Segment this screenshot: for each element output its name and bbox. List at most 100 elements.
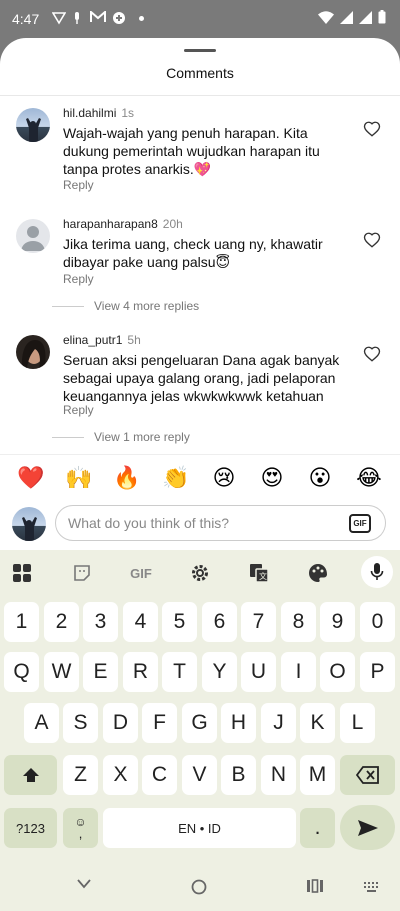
key-5[interactable]: 5	[162, 602, 197, 642]
reaction-surprised[interactable]: 😮	[305, 465, 335, 491]
reaction-crying[interactable]: 😢	[209, 465, 239, 491]
key-s[interactable]: S	[63, 703, 98, 743]
key-h[interactable]: H	[221, 703, 256, 743]
drag-handle[interactable]	[184, 49, 216, 52]
gif-button[interactable]: GIF	[349, 514, 371, 533]
reaction-laughing[interactable]: 😂	[354, 465, 384, 491]
key-2[interactable]: 2	[44, 602, 79, 642]
key-t[interactable]: T	[162, 652, 197, 692]
avatar[interactable]	[16, 108, 50, 142]
key-k[interactable]: K	[300, 703, 335, 743]
comment-username[interactable]: harapanharapan8 20h	[63, 217, 183, 231]
reply-button[interactable]: Reply	[63, 178, 94, 192]
symbols-key[interactable]: ?123	[4, 808, 57, 848]
heart-icon[interactable]	[363, 231, 381, 249]
apps-grid-icon[interactable]	[8, 559, 36, 587]
reaction-heart[interactable]: ❤️	[16, 465, 46, 491]
key-6[interactable]: 6	[202, 602, 237, 642]
more-notifications-icon	[139, 16, 144, 21]
key-w[interactable]: W	[44, 652, 79, 692]
divider-line	[52, 436, 84, 438]
emoji-comma-key[interactable]: ☺ ,	[63, 808, 98, 848]
sheet-title: Comments	[166, 65, 234, 81]
comment-username[interactable]: elina_putr1 5h	[63, 333, 141, 347]
key-j[interactable]: J	[261, 703, 296, 743]
view-more-replies-label: View 1 more reply	[94, 430, 190, 444]
avatar[interactable]	[16, 219, 50, 253]
key-b[interactable]: B	[221, 755, 256, 795]
key-4[interactable]: 4	[123, 602, 158, 642]
comment-text: Wajah-wajah yang penuh harapan. Kita duk…	[63, 125, 320, 177]
key-g[interactable]: G	[182, 703, 217, 743]
key-d[interactable]: D	[103, 703, 138, 743]
status-bar: 4:47	[0, 0, 400, 38]
backspace-icon	[355, 766, 379, 784]
app-icon	[113, 12, 125, 24]
shift-icon	[22, 768, 39, 782]
username-text: elina_putr1	[63, 333, 123, 347]
reaction-clap[interactable]: 👏	[161, 465, 191, 491]
shift-key[interactable]	[4, 755, 57, 795]
key-c[interactable]: C	[142, 755, 177, 795]
key-m[interactable]: M	[300, 755, 335, 795]
key-u[interactable]: U	[241, 652, 276, 692]
view-more-replies[interactable]: View 1 more reply	[52, 430, 190, 444]
key-o[interactable]: O	[320, 652, 355, 692]
avatar[interactable]	[16, 335, 50, 369]
key-e[interactable]: E	[83, 652, 118, 692]
heart-icon[interactable]	[363, 345, 381, 363]
battery-icon	[378, 10, 386, 24]
period-key[interactable]: .	[300, 808, 335, 848]
comma-label: ,	[78, 826, 83, 841]
key-x[interactable]: X	[103, 755, 138, 795]
my-avatar	[12, 507, 46, 541]
mic-icon[interactable]	[361, 556, 393, 588]
key-a[interactable]: A	[24, 703, 59, 743]
key-9[interactable]: 9	[320, 602, 355, 642]
recents-icon[interactable]	[306, 879, 324, 893]
keyboard-toolbar: GIF 文	[0, 550, 400, 596]
key-7[interactable]: 7	[241, 602, 276, 642]
key-l[interactable]: L	[340, 703, 375, 743]
backspace-key[interactable]	[340, 755, 395, 795]
key-8[interactable]: 8	[281, 602, 316, 642]
key-i[interactable]: I	[281, 652, 316, 692]
palette-icon[interactable]	[304, 559, 332, 587]
home-icon[interactable]	[191, 879, 207, 895]
key-0[interactable]: 0	[360, 602, 395, 642]
signal-icon	[340, 10, 353, 24]
keyboard: GIF 文 1 2 3 4 5 6 7 8 9 0 Q W E R T Y U …	[0, 550, 400, 861]
comment-time: 20h	[162, 217, 183, 231]
heart-icon[interactable]	[363, 120, 381, 138]
key-f[interactable]: F	[142, 703, 177, 743]
back-chevron-down-icon[interactable]	[76, 878, 92, 890]
keyboard-gif-button[interactable]: GIF	[127, 559, 155, 587]
view-more-replies[interactable]: View 4 more replies	[52, 299, 199, 313]
key-q[interactable]: Q	[4, 652, 39, 692]
key-r[interactable]: R	[123, 652, 158, 692]
reply-button[interactable]: Reply	[63, 403, 94, 417]
send-key[interactable]	[340, 805, 395, 850]
keyboard-switch-icon[interactable]	[364, 882, 380, 892]
key-p[interactable]: P	[360, 652, 395, 692]
space-key[interactable]: EN • ID	[103, 808, 296, 848]
key-1[interactable]: 1	[4, 602, 39, 642]
settings-gear-icon[interactable]	[186, 559, 214, 587]
translate-icon[interactable]: 文	[245, 559, 273, 587]
comment-username[interactable]: hil.dahilmi 1s	[63, 106, 134, 120]
reaction-fire[interactable]: 🔥	[112, 465, 142, 491]
reaction-heart-eyes[interactable]: 😍	[257, 465, 287, 491]
signal-2-icon	[359, 10, 372, 24]
username-text: harapanharapan8	[63, 217, 158, 231]
reaction-raising-hands[interactable]: 🙌	[64, 465, 94, 491]
reply-button[interactable]: Reply	[63, 272, 94, 286]
sticker-icon[interactable]	[68, 559, 96, 587]
comment-input[interactable]	[68, 513, 328, 533]
wifi-icon	[318, 10, 334, 24]
key-z[interactable]: Z	[63, 755, 98, 795]
key-v[interactable]: V	[182, 755, 217, 795]
key-y[interactable]: Y	[202, 652, 237, 692]
key-3[interactable]: 3	[83, 602, 118, 642]
key-n[interactable]: N	[261, 755, 296, 795]
comment-input-box[interactable]: GIF	[55, 505, 386, 541]
